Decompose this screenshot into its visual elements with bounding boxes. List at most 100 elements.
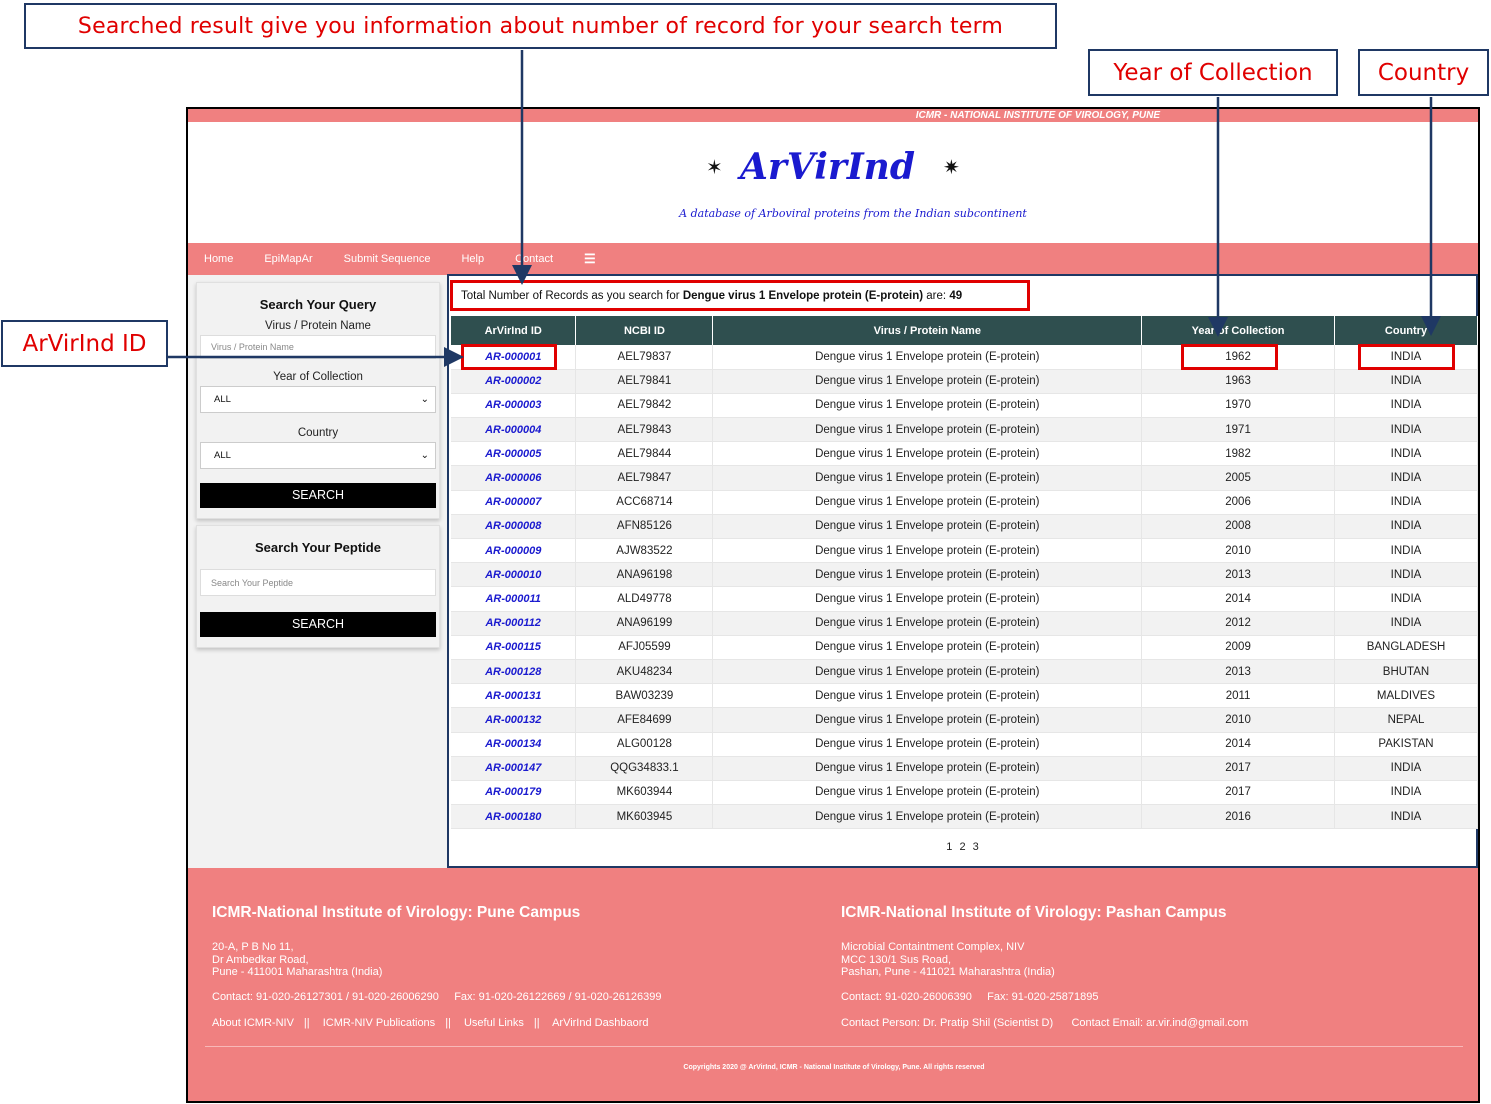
cell-ncbi-id: BAW03239 bbox=[575, 683, 714, 709]
col-country[interactable]: Country bbox=[1334, 316, 1478, 345]
arvirind-id-link[interactable]: AR-000128 bbox=[485, 666, 541, 678]
chevron-down-icon: ⌄ bbox=[420, 450, 429, 461]
cell-country: BHUTAN bbox=[1334, 659, 1478, 685]
peptide-panel-title: Search Your Peptide bbox=[255, 540, 381, 555]
arvirind-id-link[interactable]: AR-000147 bbox=[485, 762, 541, 774]
nav-contact[interactable]: Contact bbox=[515, 253, 553, 265]
cell-ncbi-id: AKU48234 bbox=[575, 659, 714, 685]
arvirind-id-link[interactable]: AR-000112 bbox=[485, 617, 540, 629]
footer-link-publications[interactable]: ICMR-NIV Publications bbox=[323, 1017, 435, 1029]
cell-virus-protein: Dengue virus 1 Envelope protein (E-prote… bbox=[712, 756, 1143, 781]
nav-epimapar[interactable]: EpiMapAr bbox=[264, 253, 312, 265]
table-row: AR-000004 AEL79843 Dengue virus 1 Envelope… bbox=[451, 417, 1478, 443]
footer-link-dashboard[interactable]: ArVirInd Dashbaord bbox=[552, 1017, 648, 1029]
table-row: AR-000010 ANA96198 Dengue virus 1 Envelope… bbox=[451, 562, 1478, 588]
contact-fax: Fax: 91-020-26122669 / 91-020-26126399 bbox=[454, 990, 662, 1003]
query-search-button[interactable]: SEARCH bbox=[200, 483, 436, 508]
cell-year: 1971 bbox=[1141, 417, 1336, 443]
page-link[interactable]: 2 bbox=[959, 841, 965, 853]
footer-link-useful[interactable]: Useful Links bbox=[464, 1017, 524, 1029]
cell-year: 2016 bbox=[1141, 804, 1336, 830]
cell-country: NEPAL bbox=[1334, 707, 1478, 733]
cell-virus-protein: Dengue virus 1 Envelope protein (E-prote… bbox=[712, 732, 1143, 757]
arvirind-id-link[interactable]: AR-000180 bbox=[485, 811, 541, 823]
table-row: AR-000007 ACC68714 Dengue virus 1 Envelope… bbox=[451, 490, 1478, 515]
country-select[interactable]: ALL ⌄ bbox=[200, 442, 436, 469]
arvirind-id-link[interactable]: AR-000003 bbox=[485, 399, 541, 411]
footer-pashan-title: ICMR-National Institute of Virology: Pas… bbox=[841, 904, 1227, 921]
cell-arvirind-id: AR-000007 bbox=[451, 490, 577, 515]
cell-arvirind-id: AR-000003 bbox=[451, 393, 577, 419]
arvirind-id-link[interactable]: AR-000131 bbox=[485, 690, 541, 702]
peptide-input[interactable]: Search Your Peptide bbox=[200, 569, 436, 596]
pagination: 1 2 3 bbox=[449, 841, 1476, 853]
virus-protein-input[interactable]: Virus / Protein Name bbox=[200, 335, 436, 359]
cell-ncbi-id: QQG34833.1 bbox=[575, 756, 714, 781]
cell-arvirind-id: AR-000134 bbox=[451, 732, 577, 757]
cell-ncbi-id: AEL79841 bbox=[575, 369, 714, 394]
col-virus-protein[interactable]: Virus / Protein Name bbox=[712, 316, 1143, 345]
arvirind-id-link[interactable]: AR-000002 bbox=[485, 375, 541, 387]
arvirind-id-link[interactable]: AR-000179 bbox=[485, 786, 541, 798]
highlight-record-count bbox=[450, 280, 1030, 311]
tick-icon: ✷ bbox=[943, 157, 960, 179]
arvirind-id-link[interactable]: AR-000006 bbox=[485, 472, 541, 484]
cell-year: 2011 bbox=[1141, 683, 1336, 709]
contact-person: Contact Person: Dr. Pratip Shil (Scienti… bbox=[841, 1016, 1054, 1029]
year-select[interactable]: ALL ⌄ bbox=[200, 386, 436, 413]
cell-ncbi-id: AEL79842 bbox=[575, 393, 714, 419]
col-ncbi-id[interactable]: NCBI ID bbox=[575, 316, 714, 345]
col-arvirind-id[interactable]: ArVirInd ID bbox=[451, 316, 577, 345]
arvirind-id-link[interactable]: AR-000115 bbox=[485, 641, 540, 653]
nav-home[interactable]: Home bbox=[204, 253, 233, 265]
contact-email[interactable]: Contact Email: ar.vir.ind@gmail.com bbox=[1071, 1017, 1248, 1029]
cell-virus-protein: Dengue virus 1 Envelope protein (E-prote… bbox=[712, 441, 1143, 467]
cell-year: 1970 bbox=[1141, 393, 1336, 419]
cell-ncbi-id: AJW83522 bbox=[575, 538, 714, 564]
mosquito-icon: ✶ bbox=[706, 157, 723, 179]
table-row: AR-000006 AEL79847 Dengue virus 1 Envelope… bbox=[451, 465, 1478, 491]
peptide-panel: Search Your Peptide Search Your Peptide … bbox=[196, 525, 440, 648]
cell-country: BANGLADESH bbox=[1334, 635, 1478, 660]
cell-country: INDIA bbox=[1334, 538, 1478, 564]
arvirind-id-link[interactable]: AR-000010 bbox=[485, 569, 541, 581]
peptide-search-button[interactable]: SEARCH bbox=[200, 612, 436, 637]
arvirind-id-link[interactable]: AR-000132 bbox=[485, 714, 541, 726]
site-footer: ICMR-National Institute of Virology: Pun… bbox=[188, 868, 1478, 1101]
arvirind-id-link[interactable]: AR-000008 bbox=[485, 520, 541, 532]
cell-country: INDIA bbox=[1334, 441, 1478, 467]
country-select-value: ALL bbox=[214, 450, 231, 461]
col-year[interactable]: Year of Collection bbox=[1141, 316, 1336, 345]
nav-help[interactable]: Help bbox=[461, 253, 484, 265]
nav-submit-sequence[interactable]: Submit Sequence bbox=[344, 253, 431, 265]
arvirind-id-link[interactable]: AR-000007 bbox=[485, 496, 541, 508]
table-row: AR-000131 BAW03239 Dengue virus 1 Envelope… bbox=[451, 683, 1478, 709]
highlight-year bbox=[1181, 344, 1278, 370]
cell-year: 2006 bbox=[1141, 490, 1336, 515]
cell-year: 2014 bbox=[1141, 586, 1336, 612]
cell-year: 2014 bbox=[1141, 732, 1336, 757]
website-screenshot: ICMR - NATIONAL INSTITUTE OF VIROLOGY, P… bbox=[186, 107, 1480, 1103]
arvirind-id-link[interactable]: AR-000134 bbox=[485, 738, 541, 750]
arvirind-id-link[interactable]: AR-000011 bbox=[485, 593, 540, 605]
footer-link-about[interactable]: About ICMR-NIV bbox=[212, 1017, 294, 1029]
cell-country: INDIA bbox=[1334, 490, 1478, 515]
arvirind-id-link[interactable]: AR-000009 bbox=[485, 545, 541, 557]
site-banner: ✶ ArVirInd ✷ A database of Arboviral pro… bbox=[188, 122, 1478, 243]
page-link[interactable]: 1 bbox=[946, 841, 952, 853]
table-row: AR-000002 AEL79841 Dengue virus 1 Envelope… bbox=[451, 369, 1478, 394]
address-line: 20-A, P B No 11, bbox=[212, 941, 294, 953]
cell-country: INDIA bbox=[1334, 393, 1478, 419]
query-panel-title: Search Your Query bbox=[259, 297, 377, 312]
cell-country: MALDIVES bbox=[1334, 683, 1478, 709]
address-line: Pashan, Pune - 411021 Maharashtra (India… bbox=[841, 966, 1055, 978]
footer-pune: ICMR-National Institute of Virology: Pun… bbox=[212, 904, 662, 1029]
arvirind-id-link[interactable]: AR-000004 bbox=[485, 424, 541, 436]
page-link[interactable]: 3 bbox=[973, 841, 979, 853]
site-logo[interactable]: ArVirInd bbox=[740, 146, 915, 188]
cell-arvirind-id: AR-000131 bbox=[451, 683, 577, 709]
arvirind-id-link[interactable]: AR-000005 bbox=[485, 448, 541, 460]
menu-icon[interactable]: ☰ bbox=[584, 251, 596, 267]
results-table: ArVirInd ID NCBI ID Virus / Protein Name… bbox=[451, 316, 1478, 830]
table-row: AR-000128 AKU48234 Dengue virus 1 Envelope… bbox=[451, 659, 1478, 685]
